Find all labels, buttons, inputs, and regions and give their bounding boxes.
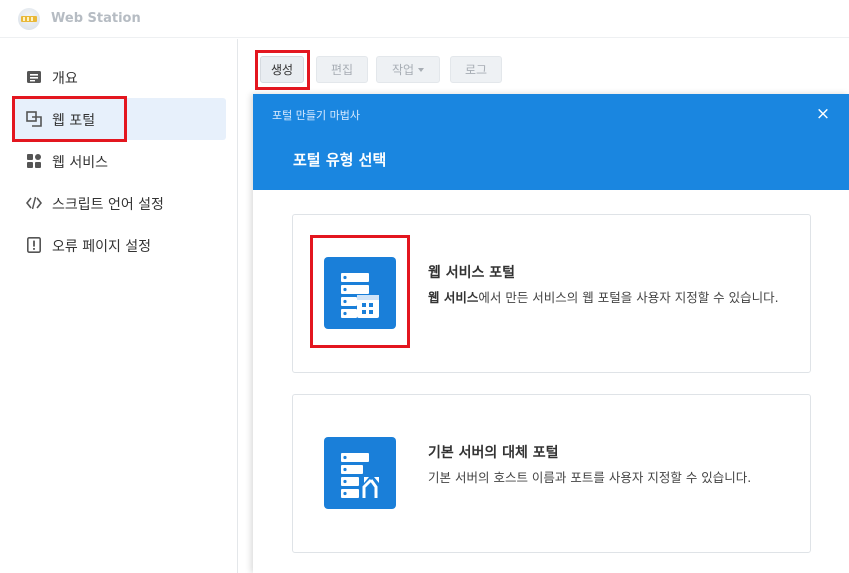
option-description-text: 에서 만든 서비스의 웹 포털을 사용자 지정할 수 있습니다.	[478, 290, 779, 305]
option-description: 기본 서버의 호스트 이름과 포트를 사용자 지정할 수 있습니다.	[428, 470, 752, 485]
title-bar: Web Station	[0, 0, 849, 38]
web-service-portal-icon	[324, 257, 396, 329]
sidebar-item-web-service[interactable]: 웹 서비스	[14, 140, 226, 182]
sidebar-item-label: 개요	[52, 71, 78, 87]
web-station-logo-icon	[18, 8, 40, 30]
alias-portal-icon	[324, 437, 396, 509]
chevron-down-icon	[418, 67, 425, 72]
create-portal-wizard-dialog: 포털 만들기 마법사 포털 유형 선택 × 웹 서비스 포털 웹 서비스에서 만…	[253, 94, 849, 573]
create-button[interactable]: 생성	[260, 56, 304, 83]
sidebar-item-error-page[interactable]: 오류 페이지 설정	[14, 224, 226, 266]
sidebar: 개요 웹 포털 웹 서비스 스크립트 언어 설정 오류 페이지 설정	[0, 39, 238, 573]
error-page-icon	[26, 237, 41, 253]
close-icon[interactable]: ×	[815, 106, 831, 123]
app-title: Web Station	[51, 11, 141, 26]
log-button[interactable]: 로그	[450, 56, 502, 83]
option-description: 웹 서비스에서 만든 서비스의 웹 포털을 사용자 지정할 수 있습니다.	[428, 288, 788, 308]
action-label: 작업	[391, 63, 415, 77]
sidebar-item-label: 스크립트 언어 설정	[52, 197, 164, 213]
option-description-bold: 웹 서비스	[428, 290, 479, 305]
sidebar-item-label: 웹 서비스	[52, 155, 108, 171]
option-title: 기본 서버의 대체 포털	[428, 445, 559, 461]
sidebar-item-web-portal[interactable]: 웹 포털	[14, 98, 226, 140]
action-dropdown-button[interactable]: 작업	[376, 56, 440, 83]
web-portal-icon	[26, 111, 42, 127]
dialog-header: 포털 만들기 마법사 포털 유형 선택 ×	[253, 94, 849, 190]
option-title: 웹 서비스 포털	[428, 265, 516, 281]
edit-button[interactable]: 편집	[316, 56, 368, 83]
dialog-heading: 포털 유형 선택	[293, 151, 387, 169]
wizard-title: 포털 만들기 마법사	[272, 109, 360, 122]
sidebar-item-overview[interactable]: 개요	[14, 56, 226, 98]
option-web-service-portal[interactable]: 웹 서비스 포털 웹 서비스에서 만든 서비스의 웹 포털을 사용자 지정할 수…	[292, 214, 811, 373]
sidebar-item-label: 오류 페이지 설정	[52, 239, 152, 255]
option-alias-portal[interactable]: 기본 서버의 대체 포털 기본 서버의 호스트 이름과 포트를 사용자 지정할 …	[292, 394, 811, 553]
sidebar-item-script-language[interactable]: 스크립트 언어 설정	[14, 182, 226, 224]
overview-icon	[27, 71, 41, 83]
sidebar-item-label: 웹 포털	[52, 113, 96, 129]
web-service-icon	[27, 154, 41, 168]
code-icon	[26, 196, 42, 210]
